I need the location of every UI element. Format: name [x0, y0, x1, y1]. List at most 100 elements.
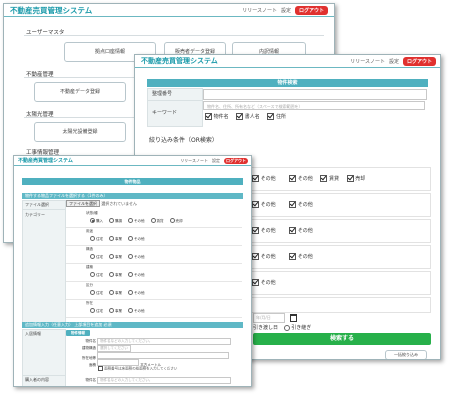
radio[interactable] [128, 236, 133, 241]
check-label: 物件名 [213, 114, 229, 120]
calendar-icon[interactable] [289, 313, 297, 322]
filter-row [249, 297, 431, 313]
radio[interactable] [109, 290, 114, 295]
radio[interactable] [90, 236, 95, 241]
radio-label: 住宅 [96, 254, 103, 259]
group-name: 建築 [86, 265, 93, 269]
keyword-scope-checks: 物件名 書人名 住所 [205, 113, 286, 120]
radio[interactable] [150, 218, 156, 223]
radio-label: その他 [134, 272, 145, 277]
date-input[interactable]: 年/月/日 [253, 313, 285, 323]
radio-label: 賃貸 [156, 218, 164, 223]
field-row: 建物構造 選択してください [74, 345, 132, 352]
search-section-title: 物件検索 [147, 79, 428, 87]
filter-row: その他 その他 [249, 245, 431, 269]
radio[interactable] [109, 254, 114, 259]
structure-select[interactable]: 選択してください [97, 345, 132, 352]
radio[interactable] [90, 308, 95, 313]
radio[interactable] [90, 254, 95, 259]
checkbox[interactable] [252, 253, 259, 260]
radio[interactable] [128, 272, 133, 277]
checkbox[interactable] [252, 279, 259, 286]
app-title: 不動産売買管理システム [18, 158, 73, 164]
radio[interactable] [109, 272, 114, 277]
radio[interactable] [90, 218, 95, 223]
radio[interactable] [109, 236, 114, 241]
radio-label: 購損 [115, 218, 122, 223]
bulk-filter-button[interactable]: 一括絞り込み [385, 350, 427, 359]
search-button[interactable]: 検索する [253, 333, 431, 345]
group-name: 用途 [86, 229, 93, 233]
checkbox[interactable] [289, 227, 297, 234]
radio-label: その他 [134, 290, 145, 295]
checkbox[interactable] [252, 227, 259, 234]
location-input[interactable] [97, 352, 230, 359]
checkbox[interactable] [289, 253, 297, 260]
release-notes-link[interactable]: リリースノート [242, 7, 277, 14]
checkbox[interactable] [205, 113, 212, 120]
solar-register-button[interactable]: 太陽光設備登録 [34, 122, 126, 142]
radio[interactable] [90, 272, 95, 277]
app-title: 不動産売買管理システム [10, 5, 93, 15]
choose-file-button[interactable]: ファイルを選択 [66, 200, 100, 207]
radio[interactable] [109, 308, 114, 313]
buyer-name-input[interactable]: 物件名などの入力してください。 [97, 377, 232, 384]
property-name-input[interactable]: 物件名などの入力してください。 [97, 338, 232, 345]
release-notes-link[interactable]: リリースノート [350, 58, 385, 65]
radio-label: 事業 [115, 290, 122, 295]
settings-link[interactable]: 設定 [212, 158, 220, 164]
app-title: 不動産売買管理システム [141, 57, 218, 65]
checkbox[interactable] [320, 175, 328, 182]
category-group: 建築 住宅 事業 その他 [66, 264, 242, 282]
checkbox[interactable] [289, 201, 297, 208]
radio[interactable] [169, 218, 175, 223]
checkbox[interactable] [236, 113, 244, 120]
checkbox[interactable] [98, 366, 103, 371]
group-options: 住宅 事業 その他 [90, 236, 145, 242]
checkbox[interactable] [252, 201, 259, 208]
category-group: 区分 住宅 事業 その他 [66, 282, 242, 300]
filter-title: 絞り込み条件（OR検索） [149, 137, 218, 144]
keyword-input[interactable]: 物件名、住所、所有名など（スペースで検索範囲を） [203, 101, 425, 110]
radio-label: その他 [134, 254, 145, 259]
area-note: 面積番号は床面積の総面積を入力してください [98, 366, 177, 372]
area-input[interactable] [97, 359, 140, 366]
checkbox[interactable] [267, 113, 275, 120]
field-label: 建物構造 [82, 346, 96, 350]
checkbox[interactable] [252, 175, 259, 182]
radio-label: 売却 [175, 218, 183, 223]
logout-button[interactable]: ログアウト [402, 56, 436, 66]
check-label: その他 [297, 202, 313, 208]
logout-button[interactable]: ログアウト [224, 157, 248, 164]
property-register-button[interactable]: 不動産データ登録 [34, 82, 126, 102]
radio[interactable] [283, 324, 290, 331]
radio[interactable] [128, 254, 133, 259]
note-text: 面積番号は床面積の総面積を入力してください [104, 366, 178, 371]
detail-label: 入居情報 [22, 329, 66, 376]
settings-link[interactable]: 設定 [281, 7, 291, 14]
radio[interactable] [109, 218, 114, 223]
filter-row: その他 その他 賃貸 売却 [249, 167, 431, 191]
id-input[interactable] [203, 89, 427, 100]
release-notes-link[interactable]: リリースノート [180, 158, 208, 164]
radio[interactable] [128, 290, 133, 295]
group-name: 区分 [86, 283, 93, 287]
radio[interactable] [90, 290, 95, 295]
settings-link[interactable]: 設定 [389, 58, 399, 65]
checkbox[interactable] [289, 175, 297, 182]
checkbox[interactable] [346, 175, 354, 182]
check-label: その他 [297, 176, 313, 182]
radio[interactable] [128, 308, 133, 313]
property-info-button[interactable]: 物件情報 [66, 330, 90, 336]
buyer-label: 購入者の内容 [22, 375, 66, 386]
radio-label: 住宅 [96, 308, 103, 313]
radio[interactable] [128, 218, 133, 223]
field-row: 物件名 物件名などの入力してください。 [74, 377, 232, 384]
check-label: 賃貸 [329, 176, 340, 182]
file-block-title: 物件する物品ファイルを選択する（1件のみ） [22, 193, 243, 199]
logout-button[interactable]: ログアウト [294, 5, 328, 15]
check-label: その他 [260, 280, 276, 286]
category-group: 状態/種 購入 購損 その他 賃貸 売却 [66, 210, 242, 228]
radio-label: 購入 [96, 218, 103, 223]
category-group: 用途住宅 事業 その他 [66, 228, 242, 246]
